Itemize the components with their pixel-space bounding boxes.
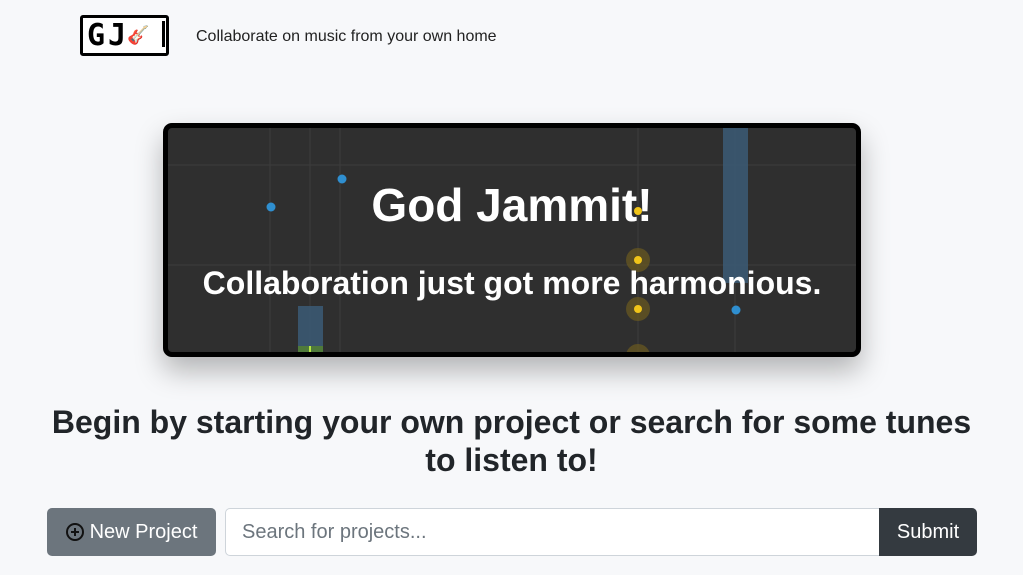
new-project-label: New Project bbox=[89, 520, 198, 543]
tagline: Collaborate on music from your own home bbox=[196, 28, 497, 45]
hero-background-graphic bbox=[168, 128, 856, 352]
submit-button[interactable]: Submit bbox=[879, 508, 977, 556]
logo-bar bbox=[162, 21, 165, 47]
header: GJ 🎸 Collaborate on music from your own … bbox=[0, 0, 1023, 80]
hero-banner: God Jammit! Collaboration just got more … bbox=[163, 123, 861, 357]
logo[interactable]: GJ 🎸 bbox=[80, 15, 169, 56]
plus-circle-icon bbox=[65, 523, 84, 541]
hero-subtitle: Collaboration just got more harmonious. bbox=[202, 265, 822, 301]
new-project-button[interactable]: New Project bbox=[47, 508, 216, 556]
call-to-action-heading: Begin by starting your own project or se… bbox=[51, 404, 972, 478]
search-input[interactable] bbox=[225, 508, 880, 556]
logo-text: GJ bbox=[87, 18, 130, 53]
hero-title: God Jammit! bbox=[371, 179, 653, 231]
guitar-icon: 🎸 bbox=[127, 25, 150, 45]
